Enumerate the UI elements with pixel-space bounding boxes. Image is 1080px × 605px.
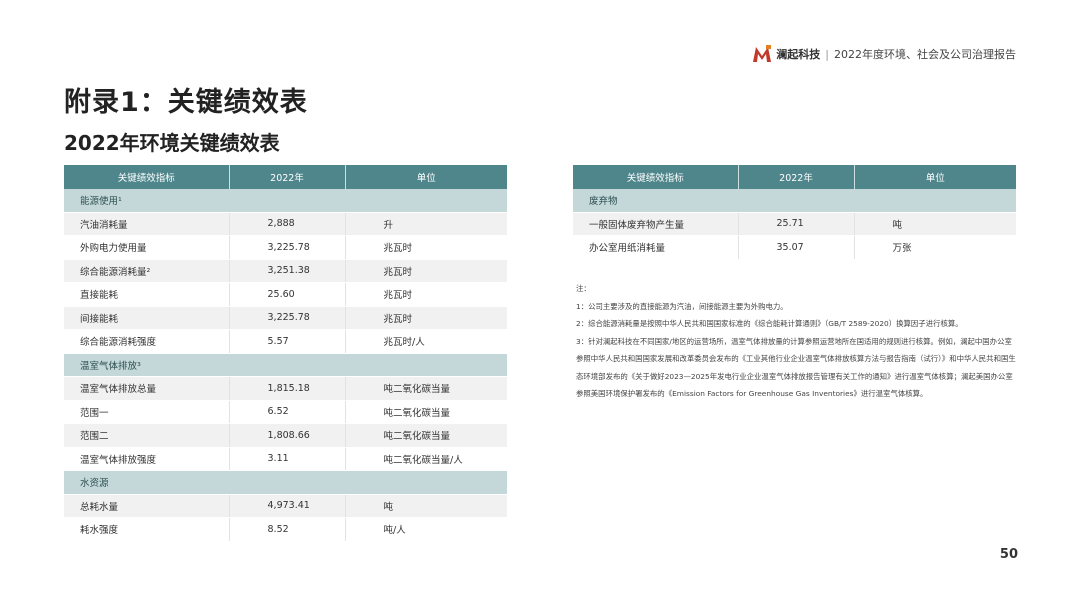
indicator-cell: 综合能源消耗量² — [64, 259, 230, 283]
unit-cell: 兆瓦时 — [345, 282, 507, 307]
header-unit: 单位 — [345, 165, 507, 189]
table-row: 综合能源消耗强度 5.57 兆瓦时/人 — [64, 329, 507, 354]
table-header-row: 关键绩效指标 2022年 单位 — [573, 165, 1016, 189]
table-row: 温室气体排放总量 1,815.18 吨二氧化碳当量 — [64, 376, 507, 401]
unit-cell: 兆瓦时/人 — [345, 329, 507, 354]
indicator-cell: 一般固体废弃物产生量 — [573, 212, 739, 236]
unit-cell: 兆瓦时 — [345, 235, 507, 260]
value-cell: 3,225.78 — [229, 235, 346, 260]
value-cell: 8.52 — [229, 517, 346, 542]
table-row: 汽油消耗量 2,888 升 — [64, 212, 507, 236]
header-indicator: 关键绩效指标 — [64, 165, 230, 189]
unit-cell: 吨二氧化碳当量 — [345, 376, 507, 401]
value-cell: 35.07 — [738, 235, 855, 260]
table-row: 范围一 6.52 吨二氧化碳当量 — [64, 400, 507, 424]
table-header-row: 关键绩效指标 2022年 单位 — [64, 165, 507, 189]
section-label: 温室气体排放³ — [64, 353, 507, 377]
header-separator: | — [825, 47, 829, 61]
indicator-cell: 总耗水量 — [64, 494, 230, 518]
table-row: 总耗水量 4,973.41 吨 — [64, 494, 507, 518]
unit-cell: 吨二氧化碳当量 — [345, 400, 507, 424]
indicator-cell: 间接能耗 — [64, 306, 230, 330]
table-row: 直接能耗 25.60 兆瓦时 — [64, 282, 507, 307]
indicator-cell: 耗水强度 — [64, 517, 230, 542]
table-row: 范围二 1,808.66 吨二氧化碳当量 — [64, 423, 507, 448]
table-right-body: 废弃物 一般固体废弃物产生量 25.71 吨办公室用纸消耗量 35.07 万张 — [573, 189, 1016, 260]
indicator-cell: 办公室用纸消耗量 — [573, 235, 739, 260]
unit-cell: 万张 — [854, 235, 1016, 260]
value-cell: 4,973.41 — [229, 494, 346, 518]
header-unit: 单位 — [854, 165, 1016, 189]
value-cell: 2,888 — [229, 212, 346, 236]
value-cell: 1,808.66 — [229, 423, 346, 448]
table-row: 综合能源消耗量² 3,251.38 兆瓦时 — [64, 259, 507, 283]
value-cell: 1,815.18 — [229, 376, 346, 401]
table-row: 办公室用纸消耗量 35.07 万张 — [573, 235, 1016, 260]
indicator-cell: 外购电力使用量 — [64, 235, 230, 260]
indicator-cell: 汽油消耗量 — [64, 212, 230, 236]
table-section-row: 温室气体排放³ — [64, 353, 507, 377]
report-title: 2022年度环境、社会及公司治理报告 — [834, 48, 1016, 61]
header-year: 2022年 — [229, 165, 346, 189]
unit-cell: 吨/人 — [345, 517, 507, 542]
header-indicator: 关键绩效指标 — [573, 165, 739, 189]
table-row: 外购电力使用量 3,225.78 兆瓦时 — [64, 235, 507, 260]
report-header: 澜起科技 | 2022年度环境、社会及公司治理报告 — [752, 45, 1016, 63]
company-logo-icon — [753, 45, 772, 62]
value-cell: 3,251.38 — [229, 259, 346, 283]
unit-cell: 兆瓦时 — [345, 306, 507, 330]
value-cell: 3.11 — [229, 447, 346, 471]
notes-heading: 注： — [576, 284, 591, 293]
value-cell: 25.60 — [229, 282, 346, 307]
table-left-body: 能源使用¹ 汽油消耗量 2,888 升外购电力使用量 3,225.78 兆瓦时 综合能源消耗… — [64, 189, 507, 542]
company-name: 澜起科技 — [776, 48, 821, 61]
unit-cell: 兆瓦时 — [345, 259, 507, 283]
note-item: 1：公司主要涉及的直接能源为汽油，间接能源主要为外购电力。 — [576, 301, 788, 311]
footnotes: 注： 1：公司主要涉及的直接能源为汽油，间接能源主要为外购电力。 2：综合能源消… — [576, 280, 1018, 403]
section-label: 水资源 — [64, 470, 507, 495]
note-item: 2：综合能源消耗量是按照中华人民共和国国家标准的《综合能耗计算通则》（GB/T … — [576, 319, 963, 328]
unit-cell: 吨二氧化碳当量 — [345, 423, 507, 448]
value-cell: 3,225.78 — [229, 306, 346, 330]
indicator-cell: 温室气体排放总量 — [64, 376, 230, 401]
section-subtitle: 2022年环境关键绩效表 — [64, 131, 280, 155]
header-year: 2022年 — [738, 165, 855, 189]
table-row: 一般固体废弃物产生量 25.71 吨 — [573, 212, 1016, 236]
unit-cell: 升 — [345, 212, 507, 236]
unit-cell: 吨 — [345, 494, 507, 518]
indicator-cell: 综合能源消耗强度 — [64, 329, 230, 354]
indicator-cell: 范围一 — [64, 400, 230, 424]
section-label: 能源使用¹ — [64, 189, 507, 213]
table-row: 温室气体排放强度 3.11 吨二氧化碳当量/人 — [64, 447, 507, 471]
kpi-table-left: 关键绩效指标 2022年 单位 能源使用¹ 汽油消耗量 2,888 升外购电力使用量 3… — [64, 165, 507, 542]
table-section-row: 水资源 — [64, 470, 507, 495]
unit-cell: 吨二氧化碳当量/人 — [345, 447, 507, 471]
indicator-cell: 温室气体排放强度 — [64, 447, 230, 471]
indicator-cell: 范围二 — [64, 423, 230, 448]
note-item: 3：针对澜起科技在不同国家/地区的运营场所，温室气体排放量的计算参照运营地所在国… — [576, 336, 1016, 399]
section-label: 废弃物 — [573, 189, 1016, 213]
value-cell: 6.52 — [229, 400, 346, 424]
indicator-cell: 直接能耗 — [64, 282, 230, 307]
kpi-table-right: 关键绩效指标 2022年 单位 废弃物 一般固体废弃物产生量 25.71 吨办公室用纸… — [573, 165, 1016, 260]
table-section-row: 废弃物 — [573, 189, 1016, 213]
value-cell: 5.57 — [229, 329, 346, 354]
table-row: 间接能耗 3,225.78 兆瓦时 — [64, 306, 507, 330]
value-cell: 25.71 — [738, 212, 855, 236]
unit-cell: 吨 — [854, 212, 1016, 236]
table-row: 耗水强度 8.52 吨/人 — [64, 517, 507, 542]
table-section-row: 能源使用¹ — [64, 189, 507, 213]
page-title: 附录1：关键绩效表 — [64, 87, 308, 118]
page-number: 50 — [999, 547, 1018, 562]
